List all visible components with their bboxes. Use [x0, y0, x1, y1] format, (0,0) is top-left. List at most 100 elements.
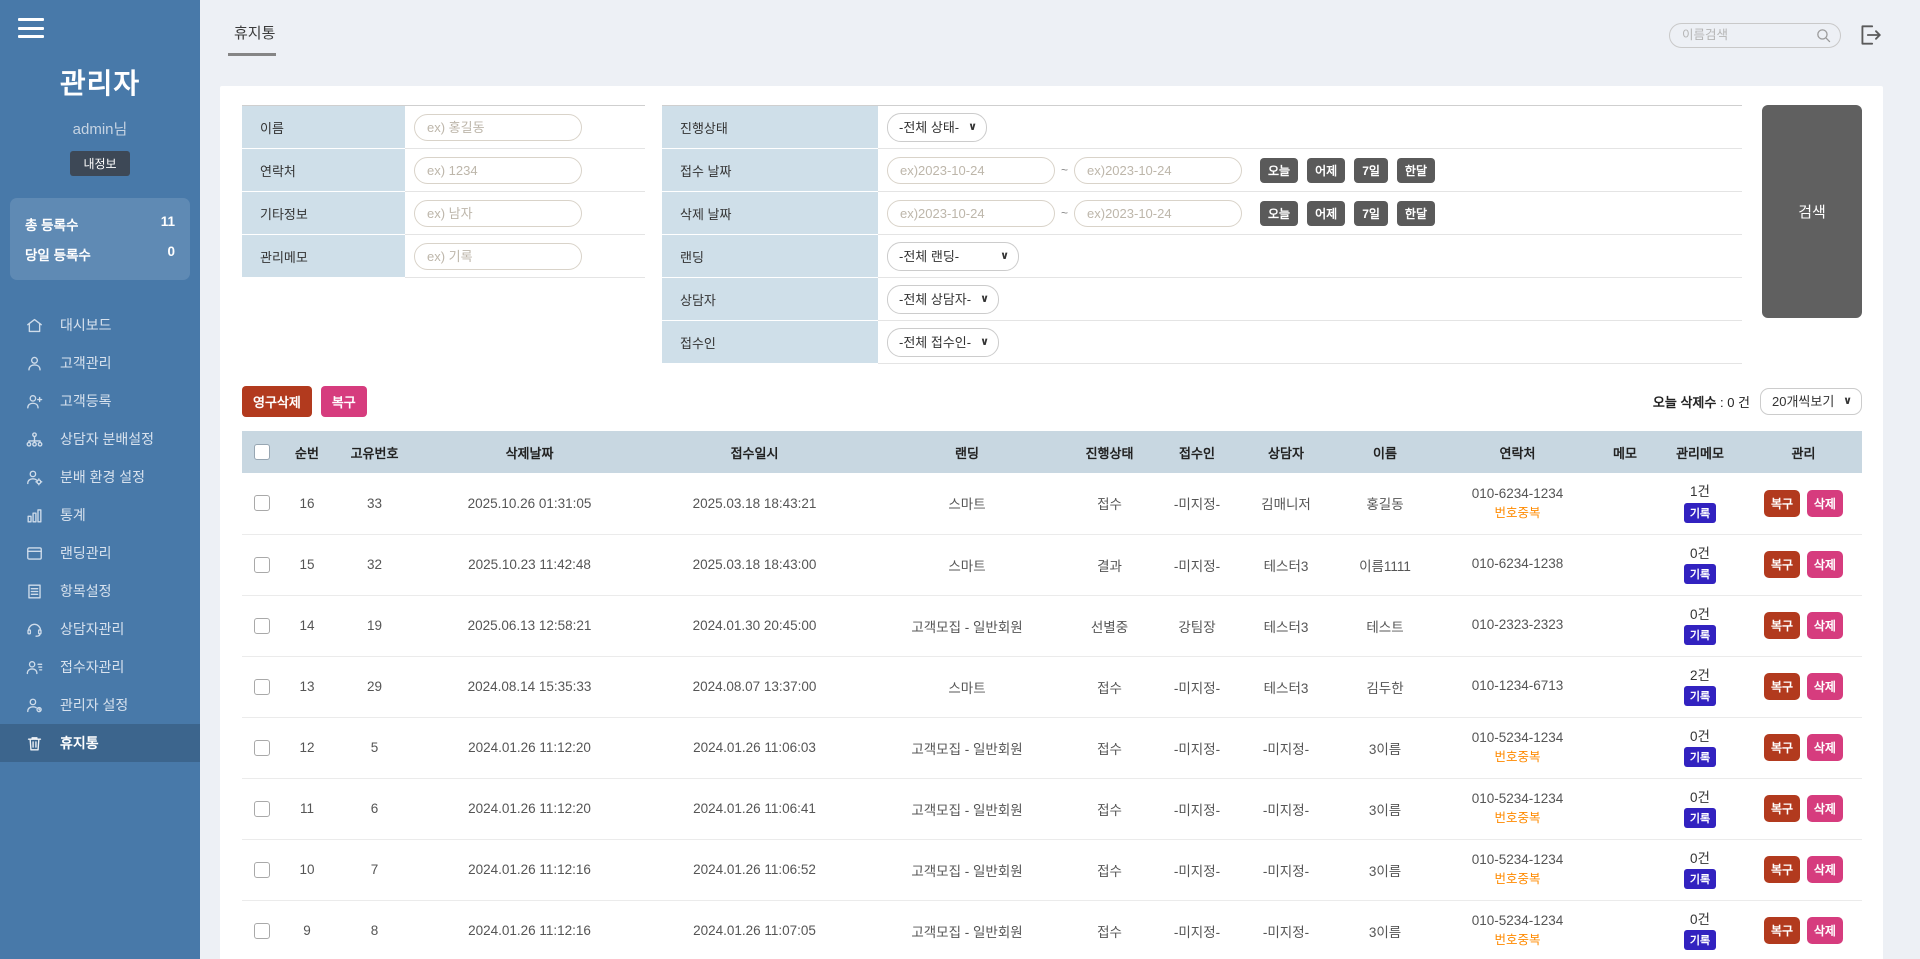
row-restore-button[interactable]: 복구 [1764, 856, 1800, 883]
row-checkbox[interactable] [254, 862, 270, 878]
row-delete-button[interactable]: 삭제 [1807, 856, 1843, 883]
sidebar-item-5[interactable]: 분배 환경 설정 [0, 458, 200, 496]
my-info-button[interactable]: 내정보 [70, 151, 129, 176]
hamburger-menu-icon[interactable] [18, 18, 44, 38]
row-delete-button[interactable]: 삭제 [1807, 490, 1843, 517]
record-badge[interactable]: 기록 [1684, 503, 1716, 523]
cell-landing: 고객모집 - 일반회원 [867, 778, 1067, 839]
row-restore-button[interactable]: 복구 [1764, 795, 1800, 822]
received-date-yesterday-button[interactable]: 어제 [1307, 158, 1345, 183]
row-delete-button[interactable]: 삭제 [1807, 551, 1843, 578]
total-count-label: 총 등록수 [25, 214, 78, 234]
record-badge[interactable]: 기록 [1684, 686, 1716, 706]
name-filter-input[interactable] [414, 114, 582, 141]
cell-deleted-date: 2024.08.14 15:35:33 [417, 656, 642, 717]
row-restore-button[interactable]: 복구 [1764, 490, 1800, 517]
received-date-today-button[interactable]: 오늘 [1260, 158, 1298, 183]
sidebar-item-11[interactable]: 관리자 설정 [0, 686, 200, 724]
sidebar-item-7[interactable]: 랜딩관리 [0, 534, 200, 572]
record-badge[interactable]: 기록 [1684, 930, 1716, 950]
row-delete-button[interactable]: 삭제 [1807, 917, 1843, 944]
cell-memo [1595, 473, 1655, 534]
restore-selected-button[interactable]: 복구 [321, 386, 367, 417]
row-restore-button[interactable]: 복구 [1764, 612, 1800, 639]
sidebar-item-2[interactable]: 고객관리 [0, 344, 200, 382]
deleted-date-7days-button[interactable]: 7일 [1354, 201, 1388, 226]
received-date-from-input[interactable] [887, 157, 1055, 184]
admin-memo-filter-input[interactable] [414, 243, 582, 270]
cell-uid: 6 [332, 778, 417, 839]
row-delete-button[interactable]: 삭제 [1807, 734, 1843, 761]
page-size-select[interactable]: 20개씩보기 [1760, 388, 1862, 415]
landing-filter-label: 랜딩 [662, 235, 878, 278]
row-delete-button[interactable]: 삭제 [1807, 612, 1843, 639]
logout-icon[interactable] [1857, 22, 1883, 48]
table-row: 9 8 2024.01.26 11:12:16 2024.01.26 11:07… [242, 900, 1862, 959]
today-deleted-count: 오늘 삭제수 : 0 건 [1653, 392, 1750, 411]
deleted-date-yesterday-button[interactable]: 어제 [1307, 201, 1345, 226]
etc-filter-input[interactable] [414, 200, 582, 227]
received-date-7days-button[interactable]: 7일 [1354, 158, 1388, 183]
list-doc-icon [24, 581, 44, 601]
sidebar-item-9[interactable]: 상담자관리 [0, 610, 200, 648]
cell-receiver: -미지정- [1152, 778, 1242, 839]
row-checkbox[interactable] [254, 923, 270, 939]
counselor-filter-select[interactable]: -전체 상담자- [887, 285, 999, 314]
sidebar-item-6[interactable]: 통계 [0, 496, 200, 534]
purge-button[interactable]: 영구삭제 [242, 386, 312, 417]
sidebar-item-10[interactable]: 접수자관리 [0, 648, 200, 686]
row-restore-button[interactable]: 복구 [1764, 673, 1800, 700]
sidebar-item-4[interactable]: 상담자 분배설정 [0, 420, 200, 458]
status-filter-select[interactable]: -전체 상태- [887, 113, 987, 142]
user-icon [24, 353, 44, 373]
deleted-date-today-button[interactable]: 오늘 [1260, 201, 1298, 226]
cell-counselor: -미지정- [1242, 717, 1330, 778]
filter-zone: 이름 연락처 기타정보 관리메모 진행상태 [242, 105, 1862, 364]
cell-status: 접수 [1067, 839, 1152, 900]
row-checkbox[interactable] [254, 801, 270, 817]
record-badge[interactable]: 기록 [1684, 625, 1716, 645]
sidebar-item-1[interactable]: 대시보드 [0, 306, 200, 344]
record-badge[interactable]: 기록 [1684, 747, 1716, 767]
row-checkbox[interactable] [254, 740, 270, 756]
cell-manage: 복구 삭제 [1745, 717, 1862, 778]
record-badge[interactable]: 기록 [1684, 808, 1716, 828]
row-restore-button[interactable]: 복구 [1764, 551, 1800, 578]
duplicate-number-label: 번호중복 [1440, 809, 1595, 828]
search-button[interactable]: 검색 [1762, 105, 1862, 318]
content-card: 이름 연락처 기타정보 관리메모 진행상태 [220, 86, 1883, 959]
sidebar-item-3[interactable]: 고객등록 [0, 382, 200, 420]
record-badge[interactable]: 기록 [1684, 564, 1716, 584]
col-header-phone: 연락처 [1440, 431, 1595, 473]
row-checkbox[interactable] [254, 618, 270, 634]
col-header-memo: 메모 [1595, 431, 1655, 473]
select-all-checkbox[interactable] [254, 444, 270, 460]
cell-uid: 29 [332, 656, 417, 717]
cell-receiver: -미지정- [1152, 839, 1242, 900]
received-date-month-button[interactable]: 한달 [1397, 158, 1435, 183]
sidebar-item-12[interactable]: 휴지통 [0, 724, 200, 762]
row-restore-button[interactable]: 복구 [1764, 734, 1800, 761]
row-restore-button[interactable]: 복구 [1764, 917, 1800, 944]
deleted-date-from-input[interactable] [887, 200, 1055, 227]
row-checkbox[interactable] [254, 557, 270, 573]
filter-table-left: 이름 연락처 기타정보 관리메모 [242, 105, 645, 278]
cell-receiver: -미지정- [1152, 717, 1242, 778]
row-delete-button[interactable]: 삭제 [1807, 673, 1843, 700]
cell-admin-memo: 1건 기록 [1655, 473, 1745, 534]
cell-no: 9 [282, 900, 332, 959]
cell-landing: 고객모집 - 일반회원 [867, 900, 1067, 959]
bar-chart-icon [24, 505, 44, 525]
phone-filter-input[interactable] [414, 157, 582, 184]
landing-filter-select[interactable]: -전체 랜딩- [887, 242, 1019, 271]
row-checkbox[interactable] [254, 495, 270, 511]
record-badge[interactable]: 기록 [1684, 869, 1716, 889]
sidebar-item-8[interactable]: 항목설정 [0, 572, 200, 610]
row-checkbox[interactable] [254, 679, 270, 695]
receiver-filter-select[interactable]: -전체 접수인- [887, 328, 999, 357]
deleted-date-to-input[interactable] [1074, 200, 1242, 227]
row-delete-button[interactable]: 삭제 [1807, 795, 1843, 822]
deleted-date-month-button[interactable]: 한달 [1397, 201, 1435, 226]
user-setting-icon [24, 695, 44, 715]
received-date-to-input[interactable] [1074, 157, 1242, 184]
